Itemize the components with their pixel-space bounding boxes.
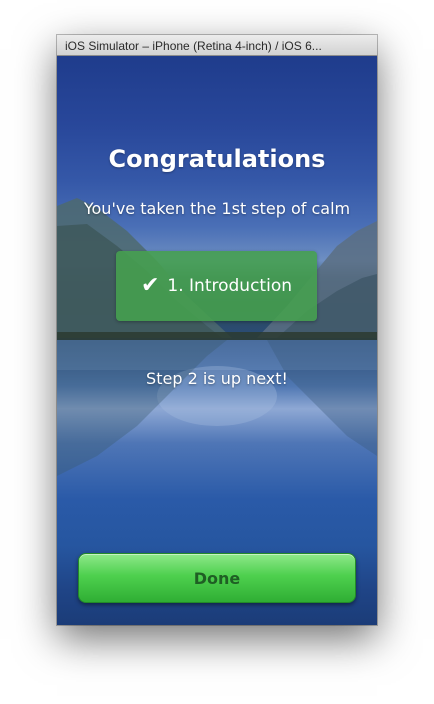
lake-background-image <box>57 198 377 476</box>
simulator-window: iOS Simulator – iPhone (Retina 4-inch) /… <box>57 35 377 625</box>
done-button[interactable]: Done <box>78 553 356 603</box>
congratulations-heading: Congratulations <box>108 145 326 173</box>
window-title: iOS Simulator – iPhone (Retina 4-inch) /… <box>65 39 322 53</box>
step-label: 1. Introduction <box>167 276 292 296</box>
next-step-text: Step 2 is up next! <box>146 369 288 388</box>
progress-subheading: You've taken the 1st step of calm <box>83 199 351 218</box>
app-screen: Congratulations You've taken the 1st ste… <box>57 56 377 625</box>
completed-step-card[interactable]: ✔ 1. Introduction <box>116 251 317 321</box>
checkmark-icon: ✔ <box>140 273 160 298</box>
page: iOS Simulator – iPhone (Retina 4-inch) /… <box>0 0 434 704</box>
window-titlebar[interactable]: iOS Simulator – iPhone (Retina 4-inch) /… <box>57 35 377 56</box>
done-button-label: Done <box>193 568 241 588</box>
